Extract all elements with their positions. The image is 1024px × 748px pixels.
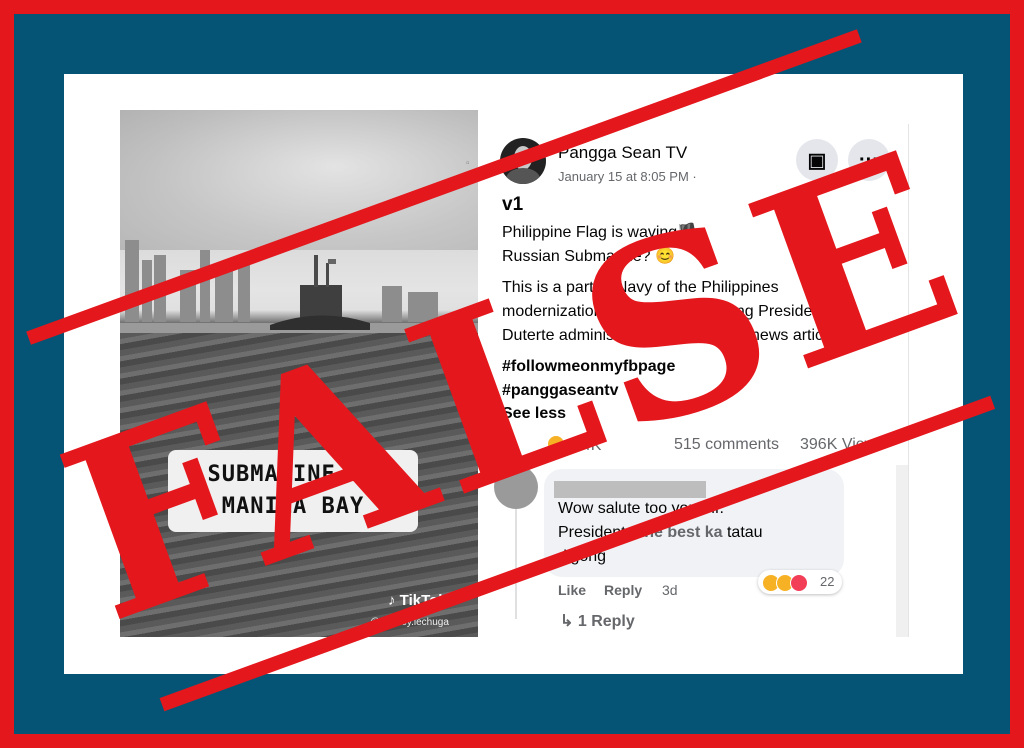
tiktok-handle: @stanley.lechuga [370,617,449,628]
caption-line-1: SUBMARINE IN [207,462,379,487]
tiktok-logo-text: TikTok [399,592,447,609]
love-icon [790,574,808,592]
comment-text-bold: the best ka [638,524,723,541]
comment-text-line: Wow salute too you Mr. [558,500,724,517]
commenter-name-redacted [554,481,706,498]
building [200,250,210,322]
hashtag-link[interactable]: #followmeonmyfbpage [502,358,675,376]
building [215,265,233,322]
hashtag-link[interactable]: #panggaseantv [502,382,618,400]
building [142,260,152,322]
building [238,260,250,322]
more-options-button[interactable]: ··· [848,139,890,181]
post-body-line: modernization 2 submarine binili ng Pres… [502,303,826,320]
building [125,240,139,322]
submarine-image [270,255,370,330]
ellipsis-icon: ··· [859,148,879,171]
comment-text-part: President . [558,524,639,541]
building [408,292,438,322]
caption-line-2: MANILA BAY [221,494,365,519]
post-line: Russian Submarine? 😊 [502,248,675,265]
building [154,255,166,322]
tiktok-video[interactable]: ▫ [120,110,478,637]
comment-text-line: President . the best ka tatau [558,524,763,542]
building [180,270,196,322]
sky [120,110,478,250]
comment-reply-button[interactable]: Reply [604,582,642,598]
post-body-line: This is a part of Navy of the Philippine… [502,279,779,296]
commenter-avatar[interactable] [494,465,538,509]
replies-label: 1 Reply [577,613,635,630]
comment-reaction-count: 22 [820,574,835,589]
reaction-summary[interactable]: 5.4K [548,436,601,455]
views-count: 396K Views [800,436,885,453]
reply-arrow-icon: ↳ [560,613,578,630]
post-author[interactable]: Pangga Sean TV [558,143,687,163]
comment-like-button[interactable]: Like [558,582,586,598]
reactions-count: 5.4K [568,437,602,454]
reactions-icon [548,436,564,452]
comment-time[interactable]: 3d [662,582,678,598]
save-button[interactable]: ▣ [796,139,838,181]
comment-reactions[interactable]: 22 [758,570,842,594]
more-icon: ▫ [466,158,470,169]
author-avatar[interactable] [500,138,546,184]
post-date[interactable]: January 15 at 8:05 PM · [558,169,697,184]
comment-text-part: tatau [722,524,763,541]
post-title: v1 [502,194,524,215]
view-replies-link[interactable]: ↳ 1 Reply [560,611,635,631]
tiktok-note-icon: ♪ [388,592,400,609]
post-body-line: Duterte administration base on the news … [502,327,836,344]
avatar-body [506,168,540,184]
tiktok-watermark: ♪ TikTok [388,592,447,609]
video-caption: SUBMARINE IN MANILA BAY [168,450,418,532]
bookmark-icon: ▣ [807,149,827,172]
comments-count[interactable]: 515 comments [674,436,779,454]
comment-text-line: digong [558,548,607,565]
building [382,286,402,322]
post-line: Philippine Flag is waving🏴 [502,224,698,241]
thread-line [515,509,517,619]
scrollbar[interactable] [896,465,908,637]
avatar-face [514,146,532,170]
see-less-link[interactable]: See less [502,405,566,423]
